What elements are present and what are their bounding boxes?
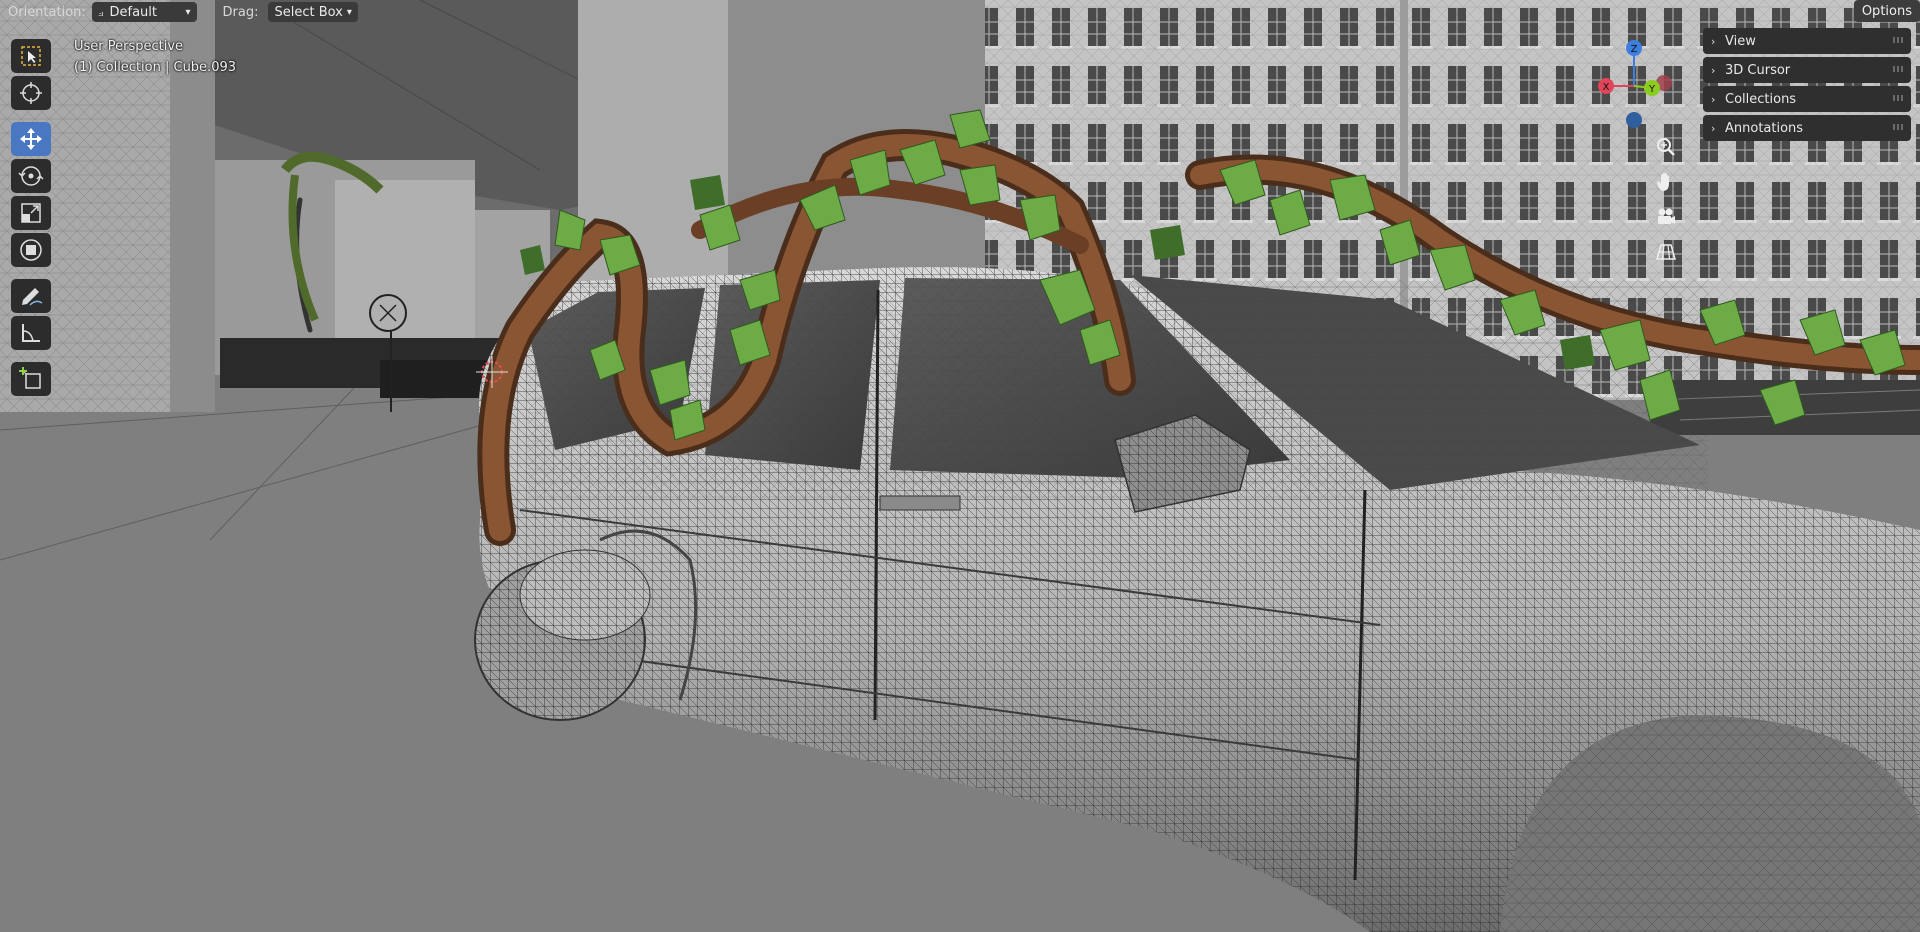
viewport-header: Orientation: ⟓ Default ▾ Drag: Select Bo…	[0, 0, 1920, 24]
tool-measure[interactable]	[11, 316, 51, 350]
camera-icon	[1658, 208, 1675, 224]
cursor-icon	[20, 82, 42, 104]
measure-icon	[22, 324, 40, 342]
options-label: Options	[1861, 3, 1912, 19]
chevron-right-icon: ›	[1711, 121, 1716, 135]
chevron-right-icon: ›	[1711, 63, 1716, 77]
drag-grip-icon[interactable]	[1893, 37, 1905, 43]
perspective-toggle-button[interactable]	[1652, 238, 1680, 266]
gizmo-x-label: X	[1603, 82, 1610, 93]
perspective-text: User Perspective	[74, 39, 184, 54]
chevron-right-icon: ›	[1711, 34, 1716, 48]
annotate-pencil-icon	[22, 288, 43, 306]
orientation-dropdown[interactable]: ⟓ Default ▾	[91, 2, 197, 22]
options-button[interactable]: Options	[1853, 0, 1920, 22]
panel-collections[interactable]: › Collections	[1703, 86, 1911, 112]
panel-view[interactable]: › View	[1703, 28, 1911, 54]
panel-annotations[interactable]: › Annotations	[1703, 115, 1911, 141]
tool-select-box[interactable]	[11, 39, 51, 73]
orientation-label: Orientation:	[8, 4, 86, 20]
navigation-gizmo[interactable]: Z X Y	[1592, 36, 1672, 128]
drag-dropdown[interactable]: Select Box ▾	[268, 2, 358, 22]
tool-rotate[interactable]	[11, 159, 51, 193]
drag-value: Select Box	[274, 4, 343, 20]
panel-3d-cursor[interactable]: › 3D Cursor	[1703, 57, 1911, 83]
zoom-button[interactable]	[1652, 133, 1680, 161]
chevron-down-icon: ▾	[185, 6, 191, 18]
panel-3d-cursor-label: 3D Cursor	[1725, 62, 1791, 78]
pan-hand-icon	[1657, 172, 1669, 191]
tool-scale[interactable]	[11, 196, 51, 230]
pan-button[interactable]	[1652, 168, 1680, 196]
gizmo-y-label: Y	[1648, 84, 1656, 95]
panel-view-label: View	[1725, 33, 1756, 49]
collection-text: (1) Collection | Cube.093	[74, 60, 237, 75]
transform-icon	[20, 239, 42, 261]
drag-label: Drag:	[222, 4, 259, 20]
gizmo-neg-z[interactable]	[1626, 112, 1642, 128]
transform-orientation-icon: ⟓	[97, 4, 104, 19]
tool-cursor[interactable]	[11, 76, 51, 110]
zoom-icon	[1657, 138, 1675, 156]
panel-collections-label: Collections	[1725, 91, 1797, 107]
tool-move[interactable]	[11, 122, 51, 156]
move-icon	[20, 128, 42, 150]
sidebar-n-panel: › View › 3D Cursor › Collections › Annot…	[1703, 28, 1911, 144]
chevron-down-icon: ▾	[346, 6, 352, 18]
tool-add-cube[interactable]	[11, 362, 51, 396]
select-box-icon	[21, 46, 41, 66]
camera-view-button[interactable]	[1652, 203, 1680, 231]
add-cube-icon	[19, 367, 41, 389]
tool-shelf	[8, 36, 54, 399]
panel-annotations-label: Annotations	[1725, 120, 1804, 136]
3d-viewport[interactable]: Orientation: ⟓ Default ▾ Drag: Select Bo…	[0, 0, 1920, 932]
tool-annotate[interactable]	[11, 279, 51, 313]
viewport-info: User Perspective (1) Collection | Cube.0…	[74, 36, 236, 78]
chevron-right-icon: ›	[1711, 92, 1716, 106]
scale-icon	[21, 203, 41, 223]
grid-icon	[1656, 244, 1676, 260]
drag-grip-icon[interactable]	[1893, 124, 1905, 130]
tool-transform[interactable]	[11, 233, 51, 267]
gizmo-z-label: Z	[1631, 44, 1638, 55]
rotate-icon	[18, 166, 44, 186]
viewport-scene[interactable]	[0, 0, 1920, 932]
drag-grip-icon[interactable]	[1893, 95, 1905, 101]
drag-grip-icon[interactable]	[1893, 66, 1905, 72]
orientation-value: Default	[109, 4, 157, 20]
